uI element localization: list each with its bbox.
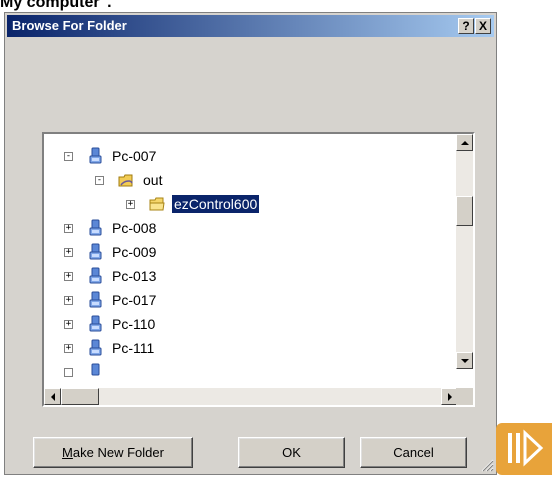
tree-item-label: Pc-017 [112, 292, 157, 308]
ok-button[interactable]: OK [238, 437, 345, 468]
tree-item-pc-017[interactable]: + Pc-017 [64, 288, 158, 312]
vertical-scroll-thumb[interactable] [456, 196, 473, 226]
collapse-toggle[interactable]: - [64, 151, 73, 161]
expand-toggle[interactable]: + [64, 319, 73, 329]
collapse-toggle[interactable]: - [95, 175, 104, 185]
arrow-up-icon [460, 140, 469, 145]
expand-toggle[interactable] [64, 367, 73, 377]
help-button[interactable]: ? [458, 18, 474, 34]
folder-tree[interactable]: - Pc-007 - out + ezControl600 + Pc-008 +… [42, 132, 475, 407]
make-new-folder-button[interactable]: Make New Folder [33, 437, 193, 468]
tree-item-out[interactable]: - out [95, 168, 164, 192]
button-label: ake New Folder [72, 445, 164, 460]
expand-toggle[interactable]: + [126, 199, 135, 209]
computer-icon [89, 291, 102, 308]
expand-toggle[interactable]: + [64, 271, 73, 281]
tree-item-label: Pc-009 [112, 244, 157, 260]
caption-text: My computer". [0, 0, 112, 11]
scroll-left-button[interactable] [44, 388, 61, 405]
title-bar[interactable]: Browse For Folder ? X [7, 15, 494, 37]
computer-icon [91, 363, 100, 376]
tree-item-partial[interactable] [64, 360, 110, 384]
close-button[interactable]: X [475, 18, 491, 34]
expand-toggle[interactable]: + [64, 223, 73, 233]
scroll-up-button[interactable] [456, 134, 473, 151]
tree-item-pc-111[interactable]: + Pc-111 [64, 336, 156, 360]
tree-item-ezcontrol600[interactable]: + ezControl600 [126, 192, 261, 216]
expand-toggle[interactable]: + [64, 295, 73, 305]
arrow-left-icon [50, 392, 55, 401]
tree-item-label: Pc-111 [112, 340, 155, 356]
horizontal-scrollbar[interactable] [44, 388, 458, 405]
tree-item-label: Pc-008 [112, 220, 157, 236]
tree-item-pc-013[interactable]: + Pc-013 [64, 264, 158, 288]
cancel-button[interactable]: Cancel [360, 437, 467, 468]
computer-icon [89, 315, 102, 332]
expand-toggle[interactable]: + [64, 343, 73, 353]
vertical-scrollbar[interactable] [456, 134, 473, 369]
tree-item-pc-009[interactable]: + Pc-009 [64, 240, 158, 264]
arrow-right-icon [447, 392, 452, 401]
scroll-down-button[interactable] [456, 352, 473, 369]
tree-item-pc-008[interactable]: + Pc-008 [64, 216, 158, 240]
tree-item-label: Pc-013 [112, 268, 157, 284]
resize-grip-icon[interactable] [480, 458, 494, 472]
tree-item-label: Pc-110 [112, 316, 156, 332]
arrow-down-icon [460, 358, 469, 363]
tree-item-label: out [143, 172, 163, 188]
tree-item-pc-007[interactable]: - Pc-007 [64, 144, 158, 168]
scrollbar-corner [456, 388, 473, 405]
computer-icon [89, 339, 102, 356]
computer-icon [89, 219, 102, 236]
tree-item-pc-110[interactable]: + Pc-110 [64, 312, 157, 336]
play-logo-icon [496, 423, 552, 475]
horizontal-scroll-thumb[interactable] [61, 388, 99, 405]
computer-icon [89, 243, 102, 260]
dialog-title: Browse For Folder [12, 18, 127, 33]
folder-icon [149, 197, 165, 211]
shared-folder-icon [118, 174, 133, 187]
mnemonic-letter: M [62, 445, 73, 460]
computer-icon [89, 267, 102, 284]
expand-toggle[interactable]: + [64, 247, 73, 257]
computer-icon [89, 147, 102, 164]
play-logo-glyph-icon [508, 429, 544, 467]
tree-item-label: Pc-007 [112, 148, 157, 164]
browse-for-folder-dialog: Browse For Folder ? X - Pc-007 - out + e… [4, 12, 497, 475]
tree-item-label: ezControl600 [170, 194, 261, 214]
